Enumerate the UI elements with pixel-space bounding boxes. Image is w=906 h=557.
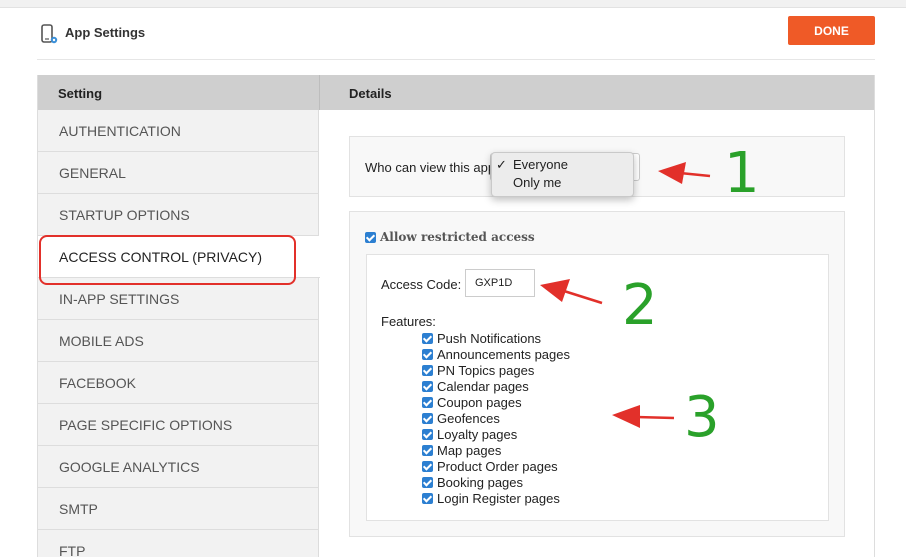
restricted-options-panel: Access Code: GXP1D Features: Push Notifi… [366, 254, 829, 521]
feature-item: Loyalty pages [422, 426, 517, 442]
sidebar-item-google-analytics[interactable]: GOOGLE ANALYTICS [38, 446, 319, 488]
feature-item: Map pages [422, 442, 501, 458]
features-label: Features: [381, 314, 436, 329]
sidebar-item-general[interactable]: GENERAL [38, 152, 319, 194]
sidebar-item-facebook[interactable]: FACEBOOK [38, 362, 319, 404]
sidebar-item-label: AUTHENTICATION [59, 122, 181, 139]
feature-checkbox[interactable] [422, 412, 433, 424]
feature-checkbox[interactable] [422, 492, 433, 504]
feature-item: Coupon pages [422, 394, 522, 410]
sidebar-item-label: GENERAL [59, 164, 126, 181]
annotation-number-3: 3 [684, 385, 720, 450]
sidebar-item-mobile-ads[interactable]: MOBILE ADS [38, 320, 319, 362]
feature-checkbox[interactable] [422, 460, 433, 472]
access-code-input[interactable]: GXP1D [465, 269, 535, 297]
feature-label: Map pages [437, 442, 502, 458]
who-can-view-label: Who can view this app [365, 160, 496, 175]
sidebar-item-page-specific-options[interactable]: PAGE SPECIFIC OPTIONS [38, 404, 319, 446]
access-code-label: Access Code: [381, 277, 462, 292]
feature-label: Geofences [437, 410, 500, 426]
restricted-access-section: Allow restricted access Access Code: GXP… [349, 211, 845, 537]
feature-label: Booking pages [437, 474, 524, 490]
feature-checkbox[interactable] [422, 332, 433, 344]
feature-checkbox[interactable] [422, 444, 433, 456]
checkmark-icon: ✓ [496, 157, 507, 172]
feature-label: Calendar pages [437, 378, 529, 394]
feature-label: Login Register pages [437, 490, 560, 506]
feature-label: Announcements pages [437, 346, 570, 362]
page-title: App Settings [65, 25, 146, 40]
header-divider [319, 75, 320, 110]
privacy-section: Who can view this app ✓ Everyone Only me [349, 136, 845, 197]
annotation-number-1: 1 [724, 141, 760, 206]
feature-label: Loyalty pages [437, 426, 518, 442]
feature-item: Booking pages [422, 474, 523, 490]
feature-checkbox[interactable] [422, 380, 433, 392]
top-border [0, 0, 906, 8]
sidebar-item-in-app-settings[interactable]: IN-APP SETTINGS [38, 278, 319, 320]
sidebar-item-label: MOBILE ADS [59, 332, 144, 349]
annotation-number-2: 2 [622, 273, 658, 338]
table-header: Setting Details [38, 75, 874, 110]
sidebar-item-label: SMTP [59, 500, 98, 517]
feature-item: Announcements pages [422, 346, 570, 362]
allow-restricted-label: Allow restricted access [380, 230, 535, 244]
sidebar-item-label: PAGE SPECIFIC OPTIONS [59, 416, 233, 433]
column-header-details: Details [349, 86, 392, 101]
sidebar-item-access-control[interactable]: ACCESS CONTROL (PRIVACY) [38, 236, 320, 278]
sidebar-item-ftp[interactable]: FTP [38, 530, 319, 557]
sidebar-item-label: FTP [59, 543, 86, 557]
dropdown-option-only-me[interactable]: Only me [492, 175, 635, 193]
feature-label: Push Notifications [437, 330, 542, 346]
phone-settings-icon [41, 24, 58, 44]
dropdown-option-everyone[interactable]: ✓ Everyone [492, 157, 635, 175]
feature-item: Push Notifications [422, 330, 541, 346]
sidebar-item-smtp[interactable]: SMTP [38, 488, 319, 530]
dropdown-option-label: Everyone [513, 157, 568, 172]
sidebar-item-label: IN-APP SETTINGS [59, 290, 180, 307]
sidebar-item-label: STARTUP OPTIONS [59, 206, 190, 223]
details-panel: Who can view this app ✓ Everyone Only me… [320, 110, 874, 557]
feature-label: Product Order pages [437, 458, 558, 474]
feature-label: PN Topics pages [437, 362, 535, 378]
feature-item: Login Register pages [422, 490, 560, 506]
feature-item: Product Order pages [422, 458, 558, 474]
visibility-dropdown-menu: ✓ Everyone Only me [491, 152, 634, 197]
feature-checkbox[interactable] [422, 364, 433, 376]
feature-checkbox[interactable] [422, 428, 433, 440]
dropdown-option-label: Only me [513, 175, 562, 190]
feature-checkbox[interactable] [422, 348, 433, 360]
sidebar-item-startup-options[interactable]: STARTUP OPTIONS [38, 194, 319, 236]
feature-item: Geofences [422, 410, 500, 426]
sidebar-item-label: GOOGLE ANALYTICS [59, 458, 200, 475]
feature-checkbox[interactable] [422, 476, 433, 488]
feature-item: PN Topics pages [422, 362, 534, 378]
header: App Settings DONE [37, 14, 875, 60]
column-header-setting: Setting [58, 86, 103, 101]
allow-restricted-row: Allow restricted access [365, 230, 535, 244]
settings-sidebar: AUTHENTICATION GENERAL STARTUP OPTIONS A… [38, 110, 320, 557]
done-button[interactable]: DONE [788, 16, 875, 45]
sidebar-item-label: FACEBOOK [59, 374, 137, 391]
sidebar-item-authentication[interactable]: AUTHENTICATION [38, 110, 319, 152]
feature-item: Calendar pages [422, 378, 529, 394]
sidebar-item-label: ACCESS CONTROL (PRIVACY) [59, 248, 263, 265]
feature-label: Coupon pages [437, 394, 522, 410]
feature-checkbox[interactable] [422, 396, 433, 408]
allow-restricted-checkbox[interactable] [365, 231, 376, 243]
